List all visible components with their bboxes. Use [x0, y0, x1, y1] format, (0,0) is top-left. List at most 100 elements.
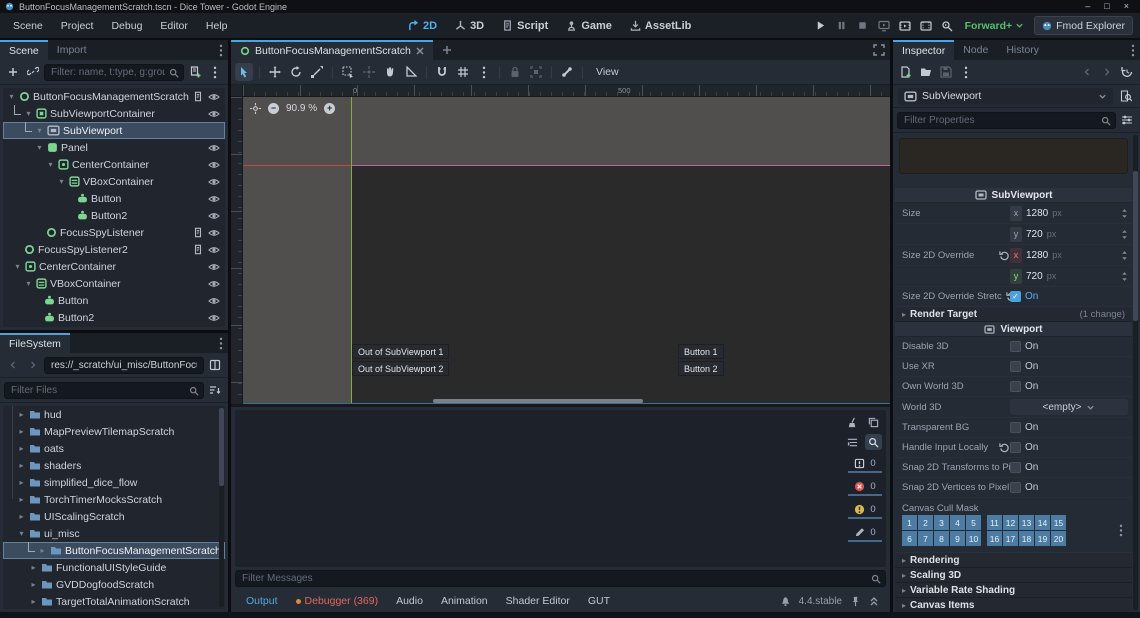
canvas-button[interactable]: Out of SubViewport 2 [352, 361, 449, 376]
cull-mask-cell[interactable]: 1 [902, 515, 917, 530]
output-filter-input[interactable] [235, 570, 886, 587]
viewport-section-header[interactable]: Viewport [895, 322, 1132, 337]
cull-mask-cell[interactable]: 10 [966, 531, 981, 546]
expand-arrow[interactable] [17, 410, 26, 419]
menu-debug[interactable]: Debug [102, 20, 151, 32]
tab-history[interactable]: History [997, 40, 1048, 60]
revert-icon[interactable] [999, 250, 1010, 261]
override-x-value[interactable]: 1280 [1026, 250, 1048, 261]
tab-shader-editor[interactable]: Shader Editor [498, 595, 578, 607]
file-row[interactable]: ui_misc [3, 525, 225, 542]
pause-button[interactable] [834, 18, 850, 34]
copy-output-button[interactable] [865, 414, 882, 430]
fs-forward-button[interactable] [24, 356, 42, 374]
cull-mask-cell[interactable]: 7 [918, 531, 933, 546]
collapse-arrow[interactable] [13, 262, 22, 271]
canvas-button[interactable]: Button 1 [678, 344, 724, 359]
fmod-explorer-button[interactable]: Fmod Explorer [1034, 16, 1133, 35]
menu-editor[interactable]: Editor [151, 20, 196, 32]
zoom-level[interactable]: 90.9 % [286, 103, 317, 114]
workspace-2d[interactable]: 2D [400, 20, 445, 32]
maximize-button[interactable]: □ [1104, 0, 1109, 13]
scrollbar[interactable] [219, 408, 224, 607]
pin-panel-icon[interactable] [850, 596, 861, 607]
visibility-eye-icon[interactable] [208, 177, 220, 187]
minimize-button[interactable]: – [1085, 0, 1090, 13]
cull-mask-cell[interactable]: 2 [918, 515, 933, 530]
distraction-free-button[interactable] [868, 40, 890, 60]
workspace-assetlib[interactable]: AssetLib [622, 20, 699, 32]
tree-row[interactable]: FocusSpyListener [3, 224, 225, 241]
section-canvas-items[interactable]: Canvas Items [895, 598, 1132, 612]
tree-row[interactable]: Button [3, 190, 225, 207]
message-filter-toggle[interactable]: 0 [848, 456, 882, 473]
add-node-button[interactable] [4, 63, 22, 81]
stop-button[interactable] [855, 18, 871, 34]
close-button[interactable]: × [1124, 0, 1129, 13]
visibility-eye-icon[interactable] [208, 160, 220, 170]
visibility-eye-icon[interactable] [208, 296, 220, 306]
clear-output-button[interactable] [844, 414, 861, 430]
override-y-value[interactable]: 720 [1026, 271, 1043, 282]
collapse-arrow[interactable] [35, 143, 44, 152]
tab-debugger[interactable]: Debugger (369) [288, 595, 387, 607]
file-row[interactable]: simplified_dice_flow [3, 474, 225, 491]
tree-row[interactable]: CenterContainer [3, 258, 225, 275]
fs-path-input[interactable] [44, 357, 204, 374]
movie-maker-button[interactable] [939, 18, 955, 34]
skeleton-options-button[interactable] [558, 63, 576, 81]
file-row[interactable]: MapPreviewTilemapScratch [3, 423, 225, 440]
file-row[interactable]: GVDDogfoodScratch [3, 576, 225, 593]
cull-mask-cell[interactable]: 13 [1019, 515, 1034, 530]
revert-icon[interactable] [999, 442, 1010, 453]
group-object-button[interactable] [527, 63, 545, 81]
view-menu-button[interactable]: View [589, 63, 626, 81]
property-filter-options-button[interactable] [1118, 111, 1136, 129]
file-row[interactable]: shaders [3, 457, 225, 474]
checkbox-unchecked[interactable] [1010, 422, 1021, 433]
expand-arrow[interactable] [38, 546, 47, 555]
cull-mask-cell[interactable]: 4 [950, 515, 965, 530]
cull-mask-cell[interactable]: 5 [966, 515, 981, 530]
file-row[interactable]: FunctionalUIStyleGuide [3, 559, 225, 576]
pan-tool-button[interactable] [381, 63, 399, 81]
zoom-in-button[interactable]: + [324, 103, 335, 114]
tree-row-selected[interactable]: SubViewport [3, 122, 225, 139]
fs-split-view-button[interactable] [206, 356, 224, 374]
cull-mask-cell[interactable]: 14 [1035, 515, 1050, 530]
expand-arrow[interactable] [17, 495, 26, 504]
cull-mask-cell[interactable]: 16 [987, 531, 1002, 546]
cull-mask-cell[interactable]: 6 [902, 531, 917, 546]
collapse-arrow[interactable] [57, 177, 66, 186]
checkbox-unchecked[interactable] [1010, 381, 1021, 392]
cull-mask-cell[interactable]: 18 [1019, 531, 1034, 546]
size-y-value[interactable]: 720 [1026, 229, 1043, 240]
checkbox-unchecked[interactable] [1010, 462, 1021, 473]
grid-snap-button[interactable] [454, 63, 472, 81]
tab-import[interactable]: Import [48, 40, 96, 60]
collapse-arrow[interactable] [24, 279, 33, 288]
edited-object-selector[interactable]: SubViewport [898, 88, 1113, 105]
scene-tab[interactable]: ButtonFocusManagementScratch [231, 40, 433, 60]
play-scene-button[interactable] [897, 18, 913, 34]
cull-mask-cell[interactable]: 15 [1051, 515, 1066, 530]
tab-output[interactable]: Output [238, 595, 286, 607]
checkbox-unchecked[interactable] [1010, 341, 1021, 352]
file-row[interactable]: TorchTimerMocksScratch [3, 491, 225, 508]
tree-row[interactable]: ButtonFocusManagementScratch [3, 88, 225, 105]
tab-gut[interactable]: GUT [580, 595, 618, 607]
collapse-arrow[interactable] [17, 529, 26, 538]
script-icon[interactable] [193, 227, 203, 238]
cull-mask-cell[interactable]: 8 [934, 531, 949, 546]
menu-project[interactable]: Project [52, 20, 103, 32]
attach-script-button[interactable] [186, 63, 204, 81]
snap-options-button[interactable] [475, 63, 493, 81]
visibility-eye-icon[interactable] [208, 313, 220, 323]
tree-row[interactable]: Button2 [3, 309, 225, 326]
filesystem-dock-menu-button[interactable] [214, 333, 228, 353]
lock-object-button[interactable] [506, 63, 524, 81]
tab-audio[interactable]: Audio [388, 595, 431, 607]
scrollbar-thumb[interactable] [1133, 171, 1138, 321]
expand-arrow[interactable] [17, 512, 26, 521]
pivot-tool-button[interactable] [360, 63, 378, 81]
